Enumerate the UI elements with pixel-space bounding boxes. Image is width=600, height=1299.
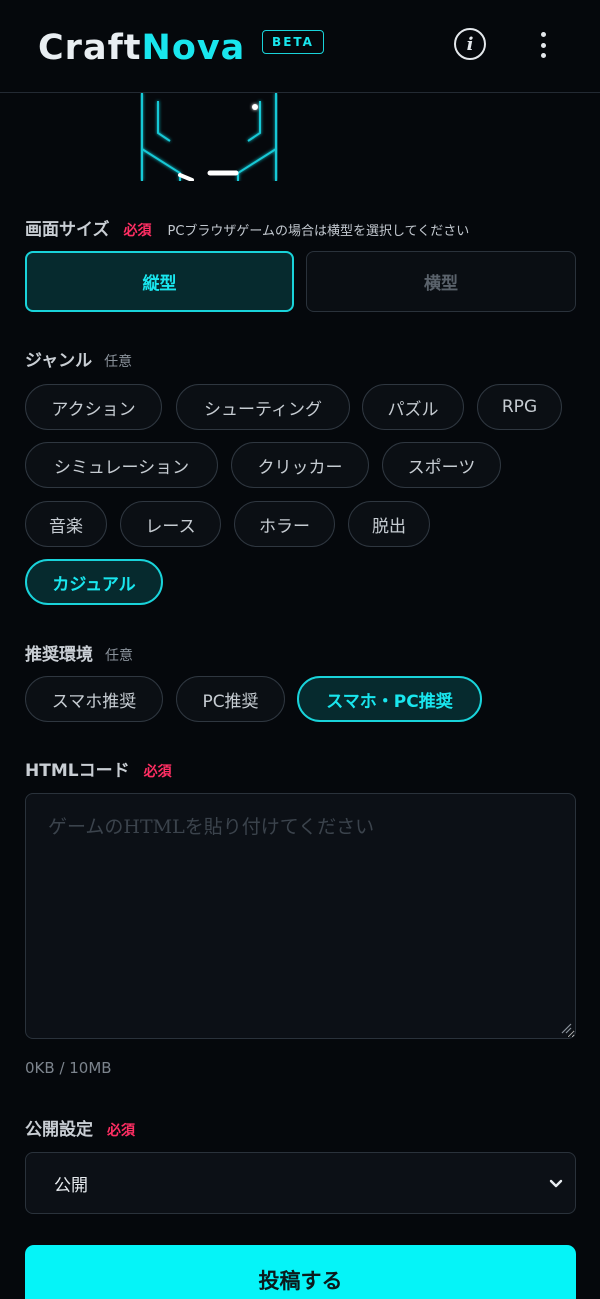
genre-chip-escape[interactable]: 脱出 bbox=[348, 501, 430, 547]
optional-badge: 任意 bbox=[105, 648, 133, 664]
screen-size-label: 画面サイズ bbox=[25, 220, 110, 240]
genre-chip-shooting[interactable]: シューティング bbox=[176, 384, 350, 430]
required-badge: 必須 bbox=[107, 1123, 135, 1139]
env-label: 推奨環境 bbox=[25, 645, 93, 665]
genre-chip-sports[interactable]: スポーツ bbox=[382, 442, 501, 488]
screen-size-label-row: 画面サイズ 必須 PCブラウザゲームの場合は横型を選択してください bbox=[25, 215, 469, 240]
required-badge: 必須 bbox=[123, 223, 152, 239]
visibility-selected-value: 公開 bbox=[54, 1175, 88, 1196]
genre-chip-rpg[interactable]: RPG bbox=[477, 384, 562, 430]
visibility-select[interactable]: 公開 bbox=[25, 1152, 576, 1214]
genre-chip-simulation[interactable]: シミュレーション bbox=[25, 442, 218, 488]
genre-chip-casual[interactable]: カジュアル bbox=[25, 559, 163, 605]
resize-grip-icon[interactable] bbox=[560, 1022, 572, 1034]
chevron-down-icon bbox=[549, 1179, 563, 1188]
beta-badge: BETA bbox=[262, 30, 324, 54]
info-icon[interactable]: i bbox=[454, 28, 486, 60]
screen-size-hint: PCブラウザゲームの場合は横型を選択してください bbox=[167, 224, 470, 239]
visibility-label-row: 公開設定 必須 bbox=[25, 1115, 135, 1140]
genre-chip-action[interactable]: アクション bbox=[25, 384, 162, 430]
html-size-counter: 0KB / 10MB bbox=[25, 1059, 112, 1077]
genre-label: ジャンル bbox=[25, 351, 93, 371]
genre-chip-music[interactable]: 音楽 bbox=[25, 501, 107, 547]
html-code-label: HTMLコード bbox=[25, 761, 130, 781]
genre-chip-clicker[interactable]: クリッカー bbox=[231, 442, 369, 488]
app-logo[interactable]: CraftNova bbox=[38, 28, 245, 68]
genre-label-row: ジャンル 任意 bbox=[25, 346, 132, 371]
genre-chip-puzzle[interactable]: パズル bbox=[362, 384, 464, 430]
app-header: CraftNova BETA i bbox=[0, 0, 600, 93]
screen-size-portrait-button[interactable]: 縦型 bbox=[25, 251, 294, 312]
more-menu-icon[interactable] bbox=[528, 30, 558, 60]
optional-badge: 任意 bbox=[104, 354, 133, 370]
html-code-label-row: HTMLコード 必須 bbox=[25, 756, 172, 781]
env-chip-pc[interactable]: PC推奨 bbox=[176, 676, 285, 722]
logo-craft: Craft bbox=[38, 28, 142, 68]
game-preview-image bbox=[140, 93, 278, 181]
env-label-row: 推奨環境 任意 bbox=[25, 640, 133, 665]
genre-chip-horror[interactable]: ホラー bbox=[234, 501, 335, 547]
env-chip-both[interactable]: スマホ・PC推奨 bbox=[297, 676, 482, 722]
html-code-input[interactable] bbox=[25, 793, 576, 1039]
visibility-label: 公開設定 bbox=[25, 1120, 93, 1140]
screen-size-landscape-button[interactable]: 横型 bbox=[306, 251, 576, 312]
genre-chip-race[interactable]: レース bbox=[120, 501, 221, 547]
required-badge: 必須 bbox=[143, 764, 172, 780]
logo-nova: Nova bbox=[141, 28, 246, 68]
submit-button[interactable]: 投稿する bbox=[25, 1245, 576, 1299]
env-chip-smartphone[interactable]: スマホ推奨 bbox=[25, 676, 163, 722]
